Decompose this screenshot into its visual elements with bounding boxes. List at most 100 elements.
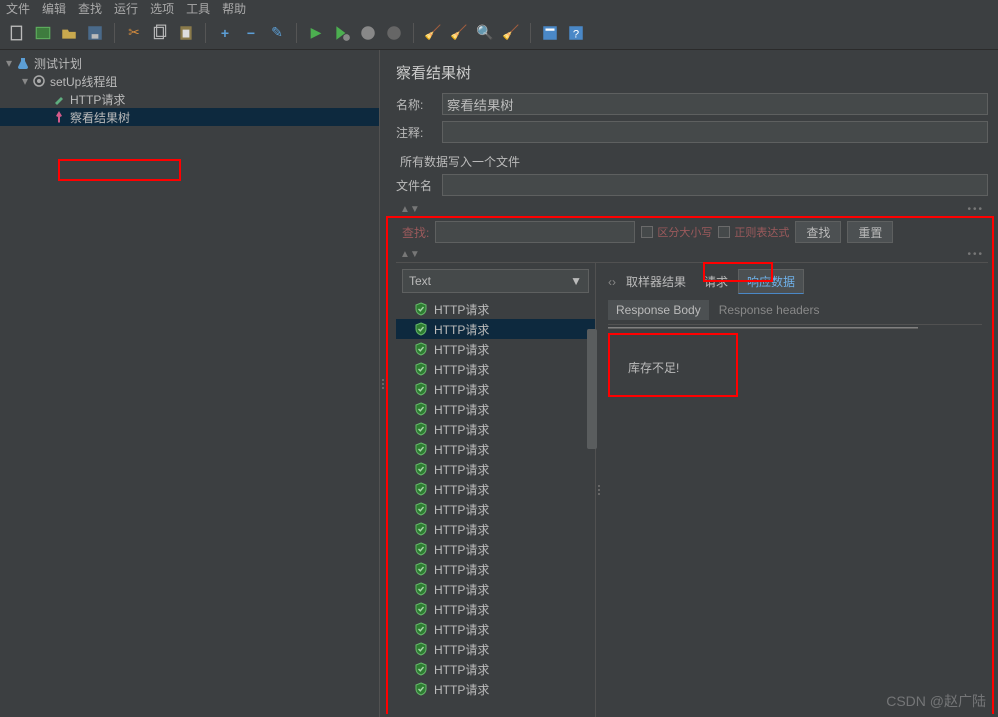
wand-icon[interactable]: ✎ (266, 22, 288, 44)
response-body[interactable]: 库存不足! (608, 324, 982, 711)
tree-thread-group[interactable]: ▾ setUp线程组 (0, 72, 379, 90)
sample-label: HTTP请求 (434, 341, 489, 358)
sample-row[interactable]: HTTP请求 (396, 319, 595, 339)
tree-root[interactable]: ▾ 测试计划 (0, 54, 379, 72)
cut-icon[interactable]: ✂ (123, 22, 145, 44)
sample-label: HTTP请求 (434, 641, 489, 658)
tab-response-data[interactable]: 响应数据 (738, 269, 804, 294)
menu-tools[interactable]: 工具 (186, 0, 210, 16)
highlight-box (608, 333, 738, 397)
menu-options[interactable]: 选项 (150, 0, 174, 16)
subtab-body[interactable]: Response Body (608, 300, 709, 320)
copy-icon[interactable] (149, 22, 171, 44)
tree-http-request[interactable]: HTTP请求 (0, 90, 379, 108)
sample-row[interactable]: HTTP请求 (396, 539, 595, 559)
clear-all-icon[interactable]: 🧹 (448, 22, 470, 44)
success-shield-icon (414, 662, 428, 676)
sample-row[interactable]: HTTP请求 (396, 419, 595, 439)
templates-icon[interactable] (32, 22, 54, 44)
scrollbar-thumb[interactable] (587, 329, 597, 449)
pin-icon (52, 110, 66, 124)
subtab-headers[interactable]: Response headers (711, 300, 828, 320)
reset-search-icon[interactable]: 🧹 (500, 22, 522, 44)
paste-icon[interactable] (175, 22, 197, 44)
sample-row[interactable]: HTTP请求 (396, 339, 595, 359)
samples-pane: Text ▼ HTTP请求HTTP请求HTTP请求HTTP请求HTTP请求HTT… (396, 263, 596, 717)
twisty-icon[interactable]: ▾ (6, 56, 16, 70)
filename-input[interactable] (442, 174, 988, 196)
tree-results-listener[interactable]: 察看结果树 (0, 108, 379, 126)
minus-icon[interactable]: − (240, 22, 262, 44)
open-icon[interactable] (58, 22, 80, 44)
find-button[interactable]: 查找 (795, 221, 841, 243)
start-icon[interactable]: ▶ (305, 22, 327, 44)
test-plan-tree[interactable]: ▾ 测试计划 ▾ setUp线程组 HTTP请求 察看结果树 (0, 50, 380, 717)
success-shield-icon (414, 422, 428, 436)
success-shield-icon (414, 402, 428, 416)
comment-input[interactable] (442, 121, 988, 143)
sample-row[interactable]: HTTP请求 (396, 379, 595, 399)
success-shield-icon (414, 622, 428, 636)
search-icon[interactable]: 🔍 (474, 22, 496, 44)
sample-row[interactable]: HTTP请求 (396, 479, 595, 499)
sample-row[interactable]: HTTP请求 (396, 579, 595, 599)
menu-run[interactable]: 运行 (114, 0, 138, 16)
sample-label: HTTP请求 (434, 321, 489, 338)
search-input[interactable] (435, 221, 635, 243)
sample-row[interactable]: HTTP请求 (396, 399, 595, 419)
sample-label: HTTP请求 (434, 681, 489, 698)
plus-icon[interactable]: + (214, 22, 236, 44)
collapse-bar-2[interactable]: ▲▼••• (396, 247, 988, 262)
tab-sampler-result[interactable]: 取样器结果 (618, 270, 694, 293)
sample-row[interactable]: HTTP请求 (396, 519, 595, 539)
chevron-icon[interactable]: ‹› (608, 275, 616, 289)
sample-row[interactable]: HTTP请求 (396, 499, 595, 519)
success-shield-icon (414, 342, 428, 356)
sample-row[interactable]: HTTP请求 (396, 439, 595, 459)
menu-help[interactable]: 帮助 (222, 0, 246, 16)
success-shield-icon (414, 562, 428, 576)
help-icon[interactable]: ? (565, 22, 587, 44)
sample-label: HTTP请求 (434, 601, 489, 618)
divider (608, 327, 918, 329)
function-icon[interactable] (539, 22, 561, 44)
success-shield-icon (414, 682, 428, 696)
sample-row[interactable]: HTTP请求 (396, 659, 595, 679)
pipette-icon (52, 92, 66, 106)
twisty-icon[interactable]: ▾ (22, 74, 32, 88)
sample-label: HTTP请求 (434, 381, 489, 398)
name-label: 名称: (396, 96, 442, 113)
render-dropdown[interactable]: Text ▼ (402, 269, 589, 293)
new-icon[interactable] (6, 22, 28, 44)
menu-search[interactable]: 查找 (78, 0, 102, 16)
search-row: 查找: 区分大小写 正则表达式 查找 重置 (396, 217, 988, 247)
success-shield-icon (414, 462, 428, 476)
success-shield-icon (414, 582, 428, 596)
sample-row[interactable]: HTTP请求 (396, 459, 595, 479)
start-no-pause-icon[interactable] (331, 22, 353, 44)
save-icon[interactable] (84, 22, 106, 44)
sample-row[interactable]: HTTP请求 (396, 599, 595, 619)
sample-row[interactable]: HTTP请求 (396, 619, 595, 639)
sample-row[interactable]: HTTP请求 (396, 299, 595, 319)
sample-row[interactable]: HTTP请求 (396, 559, 595, 579)
stop-icon[interactable] (357, 22, 379, 44)
reset-button[interactable]: 重置 (847, 221, 893, 243)
results-area: Text ▼ HTTP请求HTTP请求HTTP请求HTTP请求HTTP请求HTT… (396, 262, 988, 717)
sample-row[interactable]: HTTP请求 (396, 639, 595, 659)
search-label: 查找: (402, 224, 429, 241)
regex-checkbox[interactable]: 正则表达式 (718, 224, 789, 240)
sample-row[interactable]: HTTP请求 (396, 679, 595, 699)
menu-file[interactable]: 文件 (6, 0, 30, 16)
menu-edit[interactable]: 编辑 (42, 0, 66, 16)
sample-row[interactable]: HTTP请求 (396, 359, 595, 379)
case-checkbox[interactable]: 区分大小写 (641, 224, 712, 240)
name-input[interactable] (442, 93, 988, 115)
shutdown-icon[interactable] (383, 22, 405, 44)
separator (413, 23, 414, 43)
samples-list[interactable]: HTTP请求HTTP请求HTTP请求HTTP请求HTTP请求HTTP请求HTTP… (396, 299, 595, 699)
tab-request[interactable]: 请求 (696, 270, 736, 293)
collapse-bar[interactable]: ▲▼••• (396, 202, 988, 217)
tree-listener-label: 察看结果树 (70, 109, 130, 126)
clear-icon[interactable]: 🧹 (422, 22, 444, 44)
